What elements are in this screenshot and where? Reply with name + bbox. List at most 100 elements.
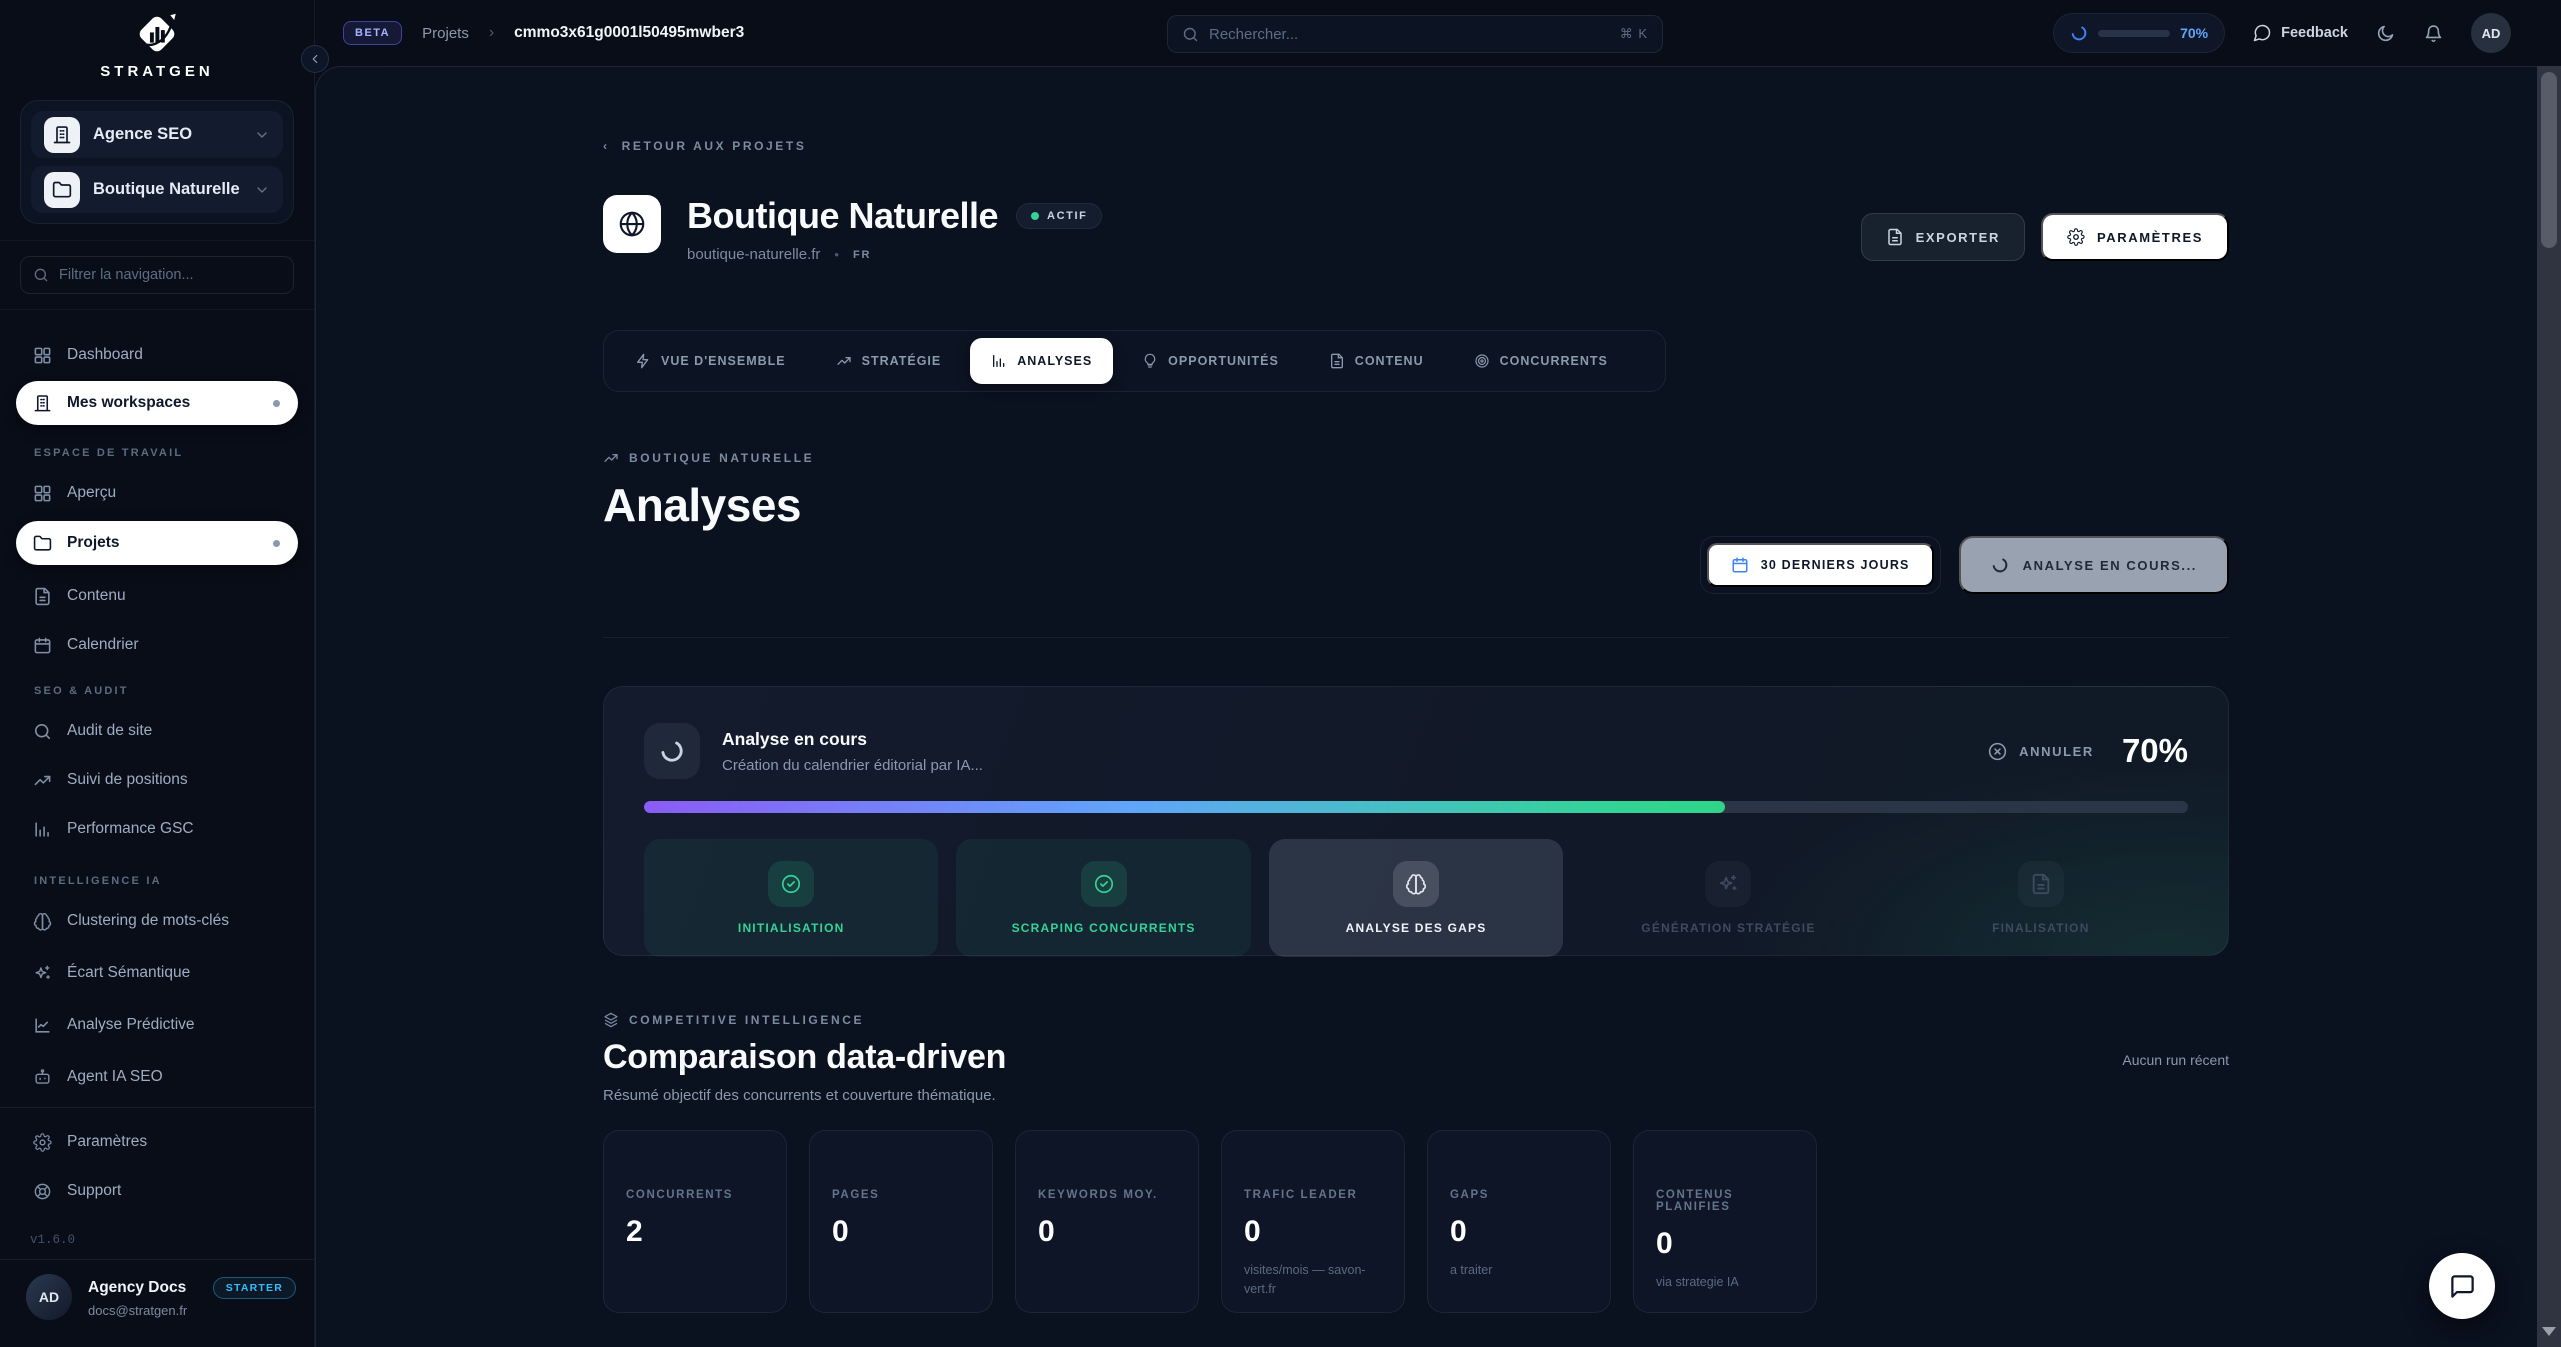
bar-chart-icon [33,820,52,839]
back-to-projects-link[interactable]: ‹ RETOUR AUX PROJETS [603,139,2229,153]
scrollbar-thumb[interactable] [2541,72,2557,248]
sidebar-item-ecart-semantique[interactable]: Écart Sémantique [0,955,314,991]
zap-icon [635,353,651,369]
tab-opportunites[interactable]: OPPORTUNITÉS [1121,338,1300,384]
stat-card-contenus-planifies: CONTENUS PLANIFIES 0 via strategie IA [1633,1130,1817,1313]
stat-card-concurrents: CONCURRENTS 2 [603,1130,787,1313]
sidebar-item-mes-workspaces[interactable]: Mes workspaces [16,381,298,425]
building-icon [33,394,52,413]
sidebar-item-clustering[interactable]: Clustering de mots-clés [0,903,314,939]
user-card[interactable]: AD Agency Docs STARTER docs@stratgen.fr [0,1260,314,1320]
nav-filter-block [0,240,314,310]
bell-icon[interactable] [2423,23,2444,44]
tab-strategie[interactable]: STRATÉGIE [815,338,963,384]
dashboard-icon [33,484,52,503]
life-buoy-icon [33,1182,52,1201]
sidebar-item-performance-gsc[interactable]: Performance GSC [0,811,314,847]
avatar[interactable]: AD [2471,13,2511,53]
feedback-button[interactable]: Feedback [2252,23,2348,43]
nav-filter-input[interactable] [59,267,281,283]
analysis-running-button[interactable]: ANALYSE EN COURS... [1959,536,2229,594]
sidebar-item-agent-ia-seo[interactable]: Agent IA SEO [0,1059,314,1095]
search-input[interactable] [1209,26,1610,43]
lightbulb-icon [1142,353,1158,369]
date-range-label: 30 DERNIERS JOURS [1761,558,1910,572]
stat-label: TRAFIC LEADER [1244,1189,1382,1201]
analyses-header: BOUTIQUE NATURELLE Analyses 30 DERNIERS … [603,450,2229,598]
main-panel: ‹ RETOUR AUX PROJETS Boutique Naturelle … [315,66,2537,1347]
stat-value: 0 [832,1215,970,1249]
cancel-button[interactable]: ANNULER [1987,741,2094,762]
project-selector[interactable]: Boutique Naturelle [31,166,283,213]
globe-icon [617,209,647,239]
scrollbar[interactable] [2537,66,2561,1347]
sidebar-item-analyse-predictive[interactable]: Analyse Prédictive [0,1007,314,1043]
calendar-icon [33,636,52,655]
nav-filter[interactable] [20,256,294,294]
export-button[interactable]: EXPORTER [1861,213,2025,261]
sidebar-item-suivi-de-positions[interactable]: Suivi de positions [0,762,314,798]
file-icon [1886,228,1904,246]
sidebar-item-audit-de-site[interactable]: Audit de site [0,713,314,749]
running-label: ANALYSE EN COURS... [2023,558,2197,573]
stat-label: CONCURRENTS [626,1189,764,1201]
sidebar-item-projets[interactable]: Projets [16,521,298,565]
scrollbar-down-arrow[interactable] [2542,1327,2556,1336]
gear-icon [33,1133,52,1152]
moon-icon[interactable] [2375,23,2396,44]
chat-fab-button[interactable] [2429,1253,2495,1319]
chevron-left-icon [308,52,322,66]
folder-icon [44,172,80,208]
run-percent: 70% [2122,732,2188,770]
sidebar-item-parametres[interactable]: Paramètres [0,1124,314,1160]
tab-analyses[interactable]: ANALYSES [970,338,1113,384]
dashboard-icon [33,346,52,365]
check-circle-icon [768,861,814,907]
step-finalisation: FINALISATION [1894,839,2188,957]
user-name: Agency Docs [88,1279,186,1297]
job-progress-label: 70% [2180,25,2208,41]
tab-vue-densemble[interactable]: VUE D'ENSEMBLE [614,338,807,384]
divider [603,637,2229,638]
step-label: SCRAPING CONCURRENTS [1012,921,1196,935]
sidebar-item-contenu[interactable]: Contenu [0,578,314,614]
job-progress-pill[interactable]: 70% [2053,13,2225,53]
tab-contenu[interactable]: CONTENU [1308,338,1445,384]
sidebar-item-calendrier[interactable]: Calendrier [0,627,314,663]
stat-value: 2 [626,1215,764,1249]
status-label: ACTIF [1047,210,1087,222]
global-search[interactable]: ⌘ K [1167,15,1663,53]
stat-card-keywords-moy: KEYWORDS MOY. 0 [1015,1130,1199,1313]
date-range-button[interactable]: 30 DERNIERS JOURS [1707,543,1934,587]
stat-label: KEYWORDS MOY. [1038,1189,1176,1201]
stratgen-logo-icon [132,9,182,59]
sidebar-item-dashboard[interactable]: Dashboard [0,337,314,373]
sidebar-collapse-button[interactable] [301,45,329,73]
sidebar-item-support[interactable]: Support [0,1173,314,1209]
trending-up-icon [33,771,52,790]
check-circle-icon [1081,861,1127,907]
layers-icon [603,1012,619,1028]
step-generation-strategie: GÉNÉRATION STRATÉGIE [1581,839,1875,957]
analysis-progress-card: Analyse en cours Création du calendrier … [603,686,2229,956]
sidebar-item-label: Paramètres [67,1133,147,1151]
x-circle-icon [1987,741,2008,762]
sidebar-item-apercu[interactable]: Aperçu [0,475,314,511]
sidebar-item-label: Analyse Prédictive [67,1016,195,1034]
status-dot [273,540,280,547]
stats-row: CONCURRENTS 2 PAGES 0 KEYWORDS MOY. 0 TR… [603,1130,2229,1313]
tab-concurrents[interactable]: CONCURRENTS [1453,338,1629,384]
agency-selector-label: Agence SEO [93,125,241,144]
agency-selector[interactable]: Agence SEO [31,111,283,158]
stat-sub: a traiter [1450,1261,1588,1280]
trending-up-icon [603,450,619,466]
tab-label: STRATÉGIE [862,354,942,368]
comparison-title: Comparaison data-driven [603,1038,2229,1077]
project-tabs: VUE D'ENSEMBLE STRATÉGIE ANALYSES OPPORT… [603,330,1666,392]
breadcrumb-projets[interactable]: Projets [422,25,469,42]
run-subtitle: Création du calendrier éditorial par IA.… [722,757,983,774]
settings-button[interactable]: PARAMÈTRES [2041,213,2229,261]
section-espace-de-travail: ESPACE DE TRAVAIL [0,447,314,459]
date-range-wrapper: 30 DERNIERS JOURS [1700,536,1941,594]
spinner-icon [659,738,685,764]
